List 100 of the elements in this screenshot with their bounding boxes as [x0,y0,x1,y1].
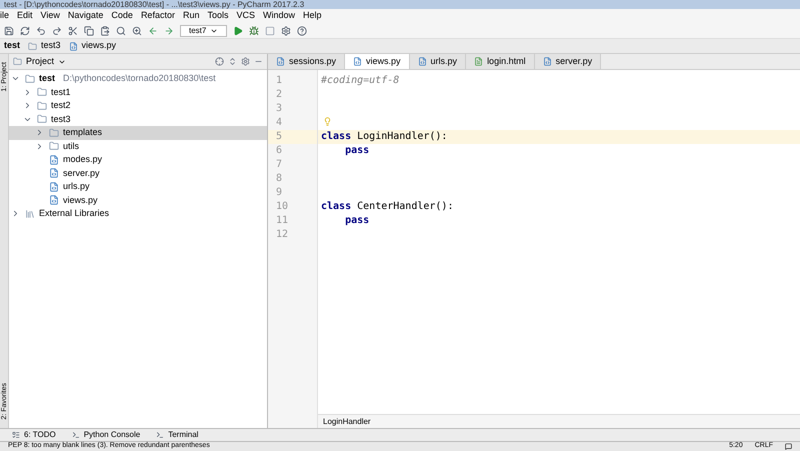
line-number: 9 [275,186,284,200]
folder-icon [25,74,35,84]
menu-item[interactable]: Code [111,9,133,23]
tree-label: test [39,72,56,85]
settings-icon[interactable] [241,57,250,66]
tree-item[interactable]: modes.py [9,153,267,166]
code-line: pass [344,214,370,228]
editor-tab[interactable]: login.html [466,54,535,69]
menu-item[interactable]: Window [263,9,296,23]
html-file-icon [474,57,484,66]
tree-item[interactable]: test D:\pythoncodes\tornado20180830\test [9,72,267,86]
line-number: 4 [275,116,284,130]
menu-item[interactable]: View [40,9,60,23]
editor-tab[interactable]: sessions.py [268,54,346,69]
line-number: 10 [275,200,290,214]
undo-icon[interactable] [36,26,46,36]
tree-label: views.py [63,194,98,207]
menu-item[interactable]: Run [182,9,200,23]
editor-tab[interactable]: views.py [345,54,410,69]
menu-item[interactable]: Edit [17,9,33,23]
library-icon [25,208,35,219]
editor-breadcrumb[interactable]: LoginHandler [318,414,800,428]
menu-item[interactable]: Help [303,9,322,23]
python-file-icon [418,57,427,66]
tree-label: templates [63,126,102,139]
tree-label: test3 [51,112,71,126]
run-config-dropdown[interactable]: test7 [180,24,228,36]
menu-item[interactable]: ile [0,9,10,23]
folder-icon [37,100,47,111]
redo-icon[interactable] [52,26,62,36]
paste-icon[interactable] [100,26,110,36]
folder-icon [49,141,59,152]
tree-label: test2 [51,99,71,112]
folder-icon [37,87,47,98]
locate-icon[interactable] [215,57,224,66]
tree-item[interactable]: utils [9,140,267,153]
line-number: 2 [275,88,284,102]
line-number: 1 [275,74,284,88]
tree-label: test1 [51,86,71,98]
cut-icon[interactable] [68,26,78,36]
todo-icon [12,431,20,439]
zoom-icon[interactable] [132,26,142,36]
breadcrumb[interactable]: views.py [68,39,116,53]
editor-tab[interactable]: urls.py [410,54,466,69]
panel-title[interactable]: Project [26,54,54,68]
python-file-icon [49,182,59,192]
breadcrumb[interactable]: test [4,39,20,53]
debug-icon[interactable] [249,26,260,36]
tool-tab[interactable]: Terminal [156,429,198,441]
menu-item[interactable]: Tools [207,9,228,23]
python-file-icon [68,42,78,50]
tool-tab[interactable]: 6: TODO [12,429,56,441]
tree-path: D:\pythoncodes\tornado20180830\test [63,72,216,85]
tree-item[interactable]: views.py [9,194,267,207]
tree-item[interactable]: templates [9,126,267,140]
folder-icon [13,57,22,66]
search-icon[interactable] [116,26,126,36]
editor-tab[interactable]: server.py [534,54,602,69]
line-number: 8 [275,172,284,186]
tree-label: urls.py [63,180,90,193]
console-icon [72,431,80,439]
tree-item[interactable]: test1 [9,86,267,99]
folder-icon [49,128,59,138]
tool-tab[interactable]: Python Console [72,429,140,441]
tree-item[interactable]: urls.py [9,180,267,194]
line-number: 6 [275,144,284,158]
save-icon[interactable] [4,26,14,36]
menu-item[interactable]: Navigate [68,9,104,23]
collapse-all-icon[interactable] [228,57,237,66]
folder-icon [37,114,47,124]
settings-icon[interactable] [281,26,292,36]
copy-icon[interactable] [84,26,94,36]
tree-item[interactable]: test3 [9,112,267,126]
sync-icon[interactable] [20,26,30,36]
back-icon[interactable] [148,26,158,36]
help-icon[interactable] [297,26,308,36]
forward-icon[interactable] [164,26,174,36]
breadcrumb[interactable]: test3 [28,39,61,53]
tree-label: server.py [63,166,100,180]
code-line: pass [344,144,370,158]
tree-item[interactable]: server.py [9,166,267,180]
window-title: test - [D:\pythoncodes\tornado20180830\test] - ...\test3\views.py - PyCharm 2017.2.3 [0,0,800,9]
tree-item[interactable]: test2 [9,99,267,112]
code-line: #coding=utf-8 [320,74,400,88]
menu-item[interactable]: Refactor [140,9,175,23]
python-file-icon [276,57,285,66]
line-number: 11 [275,214,290,228]
python-file-icon [49,154,59,165]
menu-item[interactable]: VCS [236,9,255,23]
line-number: 7 [275,158,284,172]
python-file-icon [49,168,59,178]
tree-item[interactable]: External Libraries [9,207,267,220]
event-log-icon[interactable] [785,443,792,450]
line-number: 5 [268,130,317,144]
run-icon[interactable] [233,26,244,36]
folder-icon [28,42,38,50]
tree-label: utils [63,140,80,152]
line-number: 12 [275,228,290,242]
tree-label: External Libraries [39,207,110,220]
python-file-icon [49,195,59,206]
